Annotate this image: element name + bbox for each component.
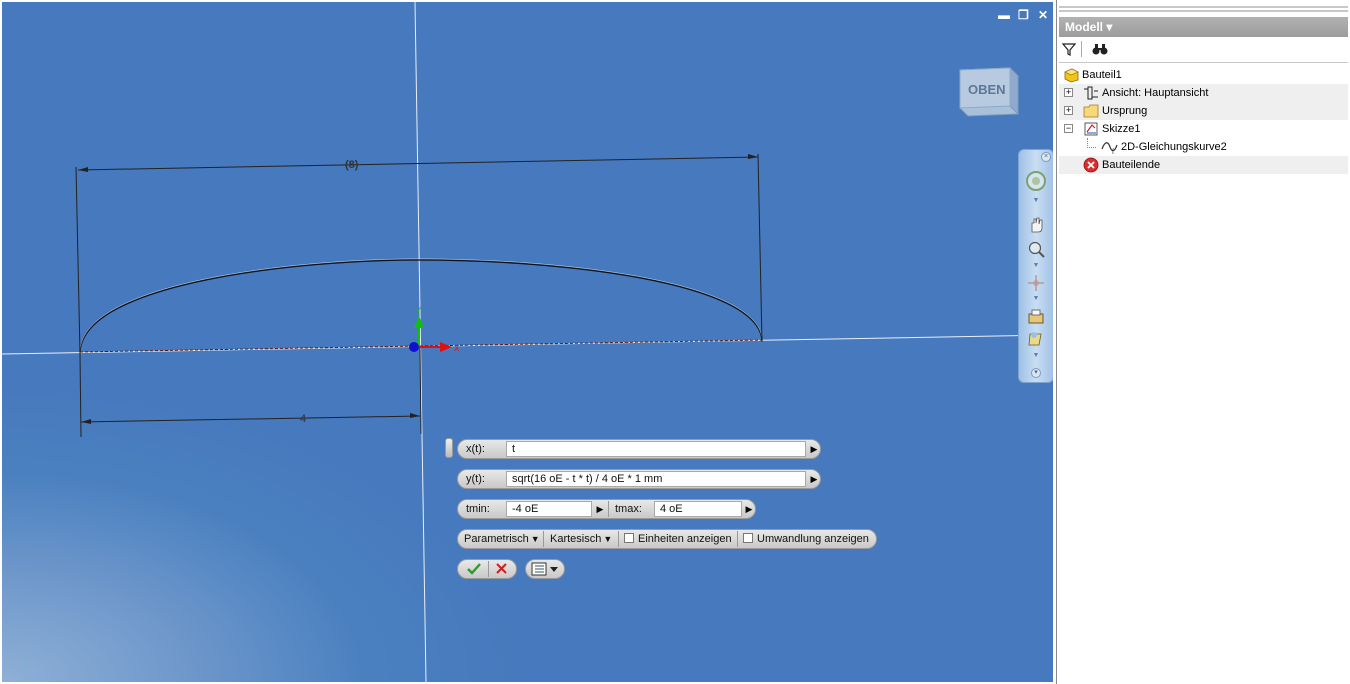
parametric-dropdown[interactable]: Parametrisch ▼ [458,530,543,548]
minimize-icon[interactable]: ▬ [998,9,1010,21]
x-equation-arrow-button[interactable]: ▶ [808,441,820,457]
browser-title[interactable]: Modell ▾ [1059,17,1348,37]
tree-item-sketch[interactable]: − Skizze1 [1059,120,1348,138]
zoom-icon[interactable] [1024,238,1048,260]
collapse-minus-icon[interactable]: − [1064,124,1073,133]
tmax-input[interactable]: 4 oE [654,501,742,517]
list-options-icon [531,562,558,576]
dim-extension-left [75,166,81,355]
navbar-options-icon[interactable]: ▾ [1031,368,1041,378]
show-units-checkbox[interactable]: Einheiten anzeigen [618,530,738,548]
tmin-input[interactable]: -4 oE [506,501,592,517]
vertical-axis-line [414,2,427,682]
expand-plus-icon[interactable]: + [1064,88,1073,97]
orbit-icon[interactable] [1024,272,1048,294]
dim-extension-right [757,153,763,343]
dialog-grip[interactable] [445,438,453,458]
graphics-viewport[interactable]: (8) 4 Y X ▬ ❐ ✕ OBEN × ▼ ▼ ▼ ▼ ▾ [2,2,1053,682]
options-row: Parametrisch ▼ Kartesisch ▼ Einheiten anze… [457,529,877,549]
end-of-part-icon [1083,157,1099,179]
dim-line-half [80,415,421,423]
tmax-arrow-button[interactable]: ▶ [743,501,755,517]
cartesian-dropdown[interactable]: Kartesisch ▼ [544,530,620,548]
chevron-down-icon: ▼ [603,534,613,544]
y-equation-row: y(t): sqrt(16 oE - t * t) / 4 oE * 1 mm … [457,469,821,489]
tree-item-end-of-part[interactable]: Bauteilende [1059,156,1348,174]
y-equation-arrow-button[interactable]: ▶ [808,471,820,487]
show-conversion-checkbox[interactable]: Umwandlung anzeigen [737,530,877,548]
tmin-label: tmin: [466,503,490,515]
navbar-close-icon[interactable]: × [1041,152,1051,162]
restore-icon[interactable]: ❐ [1018,9,1029,21]
expand-plus-icon[interactable]: + [1064,106,1073,115]
steering-wheel-icon[interactable] [1024,170,1048,192]
origin-point [409,342,419,352]
close-icon[interactable]: ✕ [1038,9,1048,21]
y-equation-label: y(t): [466,473,485,485]
checkbox-icon [743,533,753,543]
tree-item-equation-curve[interactable]: f 2D-Gleichungskurve2 [1059,138,1348,156]
tree-item-origin[interactable]: + Ursprung [1059,102,1348,120]
svg-text:X: X [454,344,460,353]
sketch-canvas[interactable]: (8) 4 Y X [2,2,1053,682]
dim-extension-bottom-left [79,353,82,438]
x-equation-row: x(t): t ▶ [457,439,821,459]
model-browser: Modell ▾ Bauteil1 + Ansicht: Hauptansich… [1056,0,1350,684]
dim-text-total: (8) [345,159,359,171]
pan-icon[interactable] [1024,214,1048,236]
viewcube[interactable]: OBEN [958,62,1020,118]
filter-icon[interactable] [1061,42,1077,59]
chevron-down-icon: ▼ [530,534,540,544]
tree-item-part[interactable]: Bauteil1 [1059,66,1348,84]
svg-text:Y: Y [416,306,422,315]
tree-item-view[interactable]: + Ansicht: Hauptansicht [1059,84,1348,102]
svg-text:f: f [1112,149,1114,155]
find-binoculars-icon[interactable] [1092,42,1108,59]
checkbox-icon [624,533,634,543]
x-equation-label: x(t): [466,443,485,455]
x-equation-input[interactable]: t [506,441,806,457]
cancel-x-icon [496,563,507,574]
ok-button[interactable] [461,560,487,578]
y-equation-input[interactable]: sqrt(16 oE - t * t) / 4 oE * 1 mm [506,471,806,487]
t-range-row: tmin: -4 oE ▶ tmax: 4 oE ▶ [457,499,756,519]
navigation-bar: × ▼ ▼ ▼ ▼ ▾ [1018,149,1053,383]
viewcube-face-label[interactable]: OBEN [968,82,1006,97]
ok-cancel-group [457,559,517,579]
view-face-icon[interactable] [1024,306,1048,328]
tmin-arrow-button[interactable]: ▶ [594,501,606,517]
show-icon[interactable] [1024,328,1048,350]
cancel-button[interactable] [489,560,515,578]
options-menu-button[interactable] [525,559,565,579]
tmax-label: tmax: [615,503,642,515]
dim-text-half: 4 [300,413,306,425]
checkmark-icon [467,563,481,575]
